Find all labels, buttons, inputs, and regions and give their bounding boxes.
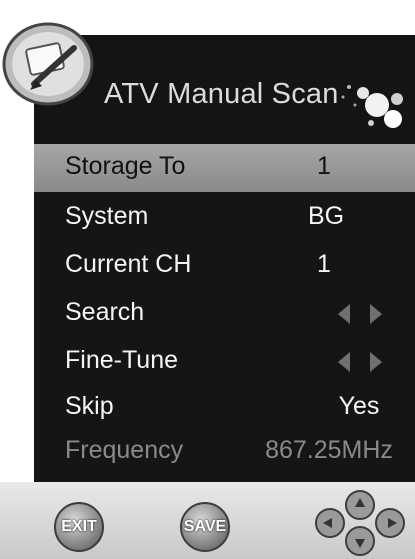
menu-item-label: Search xyxy=(65,298,145,326)
save-button[interactable]: SAVE xyxy=(180,502,230,552)
menu-item-label: Current CH xyxy=(65,250,192,278)
page-title: ATV Manual Scan xyxy=(104,78,339,110)
menu-item-search[interactable]: Search xyxy=(34,290,415,338)
menu-item-label: System xyxy=(65,202,149,230)
menu-item-label: Fine-Tune xyxy=(65,346,179,374)
menu-item-value: BG xyxy=(307,202,345,230)
bubbles-decoration-icon xyxy=(341,85,403,128)
navigation-pad-icon[interactable] xyxy=(306,485,414,559)
menu-item-storage-to[interactable]: Storage To 1 xyxy=(34,144,415,192)
menu-item-frequency: Frequency 867.25MHz xyxy=(34,428,415,476)
menu-logo-icon xyxy=(2,22,94,106)
menu-item-fine-tune[interactable]: Fine-Tune xyxy=(34,338,415,386)
left-right-arrows-icon[interactable] xyxy=(334,300,386,328)
menu-item-label: Skip xyxy=(65,392,114,420)
exit-button[interactable]: EXIT xyxy=(54,502,104,552)
menu-item-value: Yes xyxy=(338,392,380,420)
menu-item-label: Frequency xyxy=(65,436,184,464)
menu-item-skip[interactable]: Skip Yes xyxy=(34,384,415,432)
menu-item-current-ch[interactable]: Current CH 1 xyxy=(34,242,415,290)
menu-item-value: 867.25MHz xyxy=(265,436,393,464)
menu-item-system[interactable]: System BG xyxy=(34,194,415,242)
left-right-arrows-icon[interactable] xyxy=(334,348,386,376)
menu-item-value: 1 xyxy=(317,152,331,180)
menu-item-value: 1 xyxy=(317,250,331,278)
menu-item-label: Storage To xyxy=(65,152,186,180)
